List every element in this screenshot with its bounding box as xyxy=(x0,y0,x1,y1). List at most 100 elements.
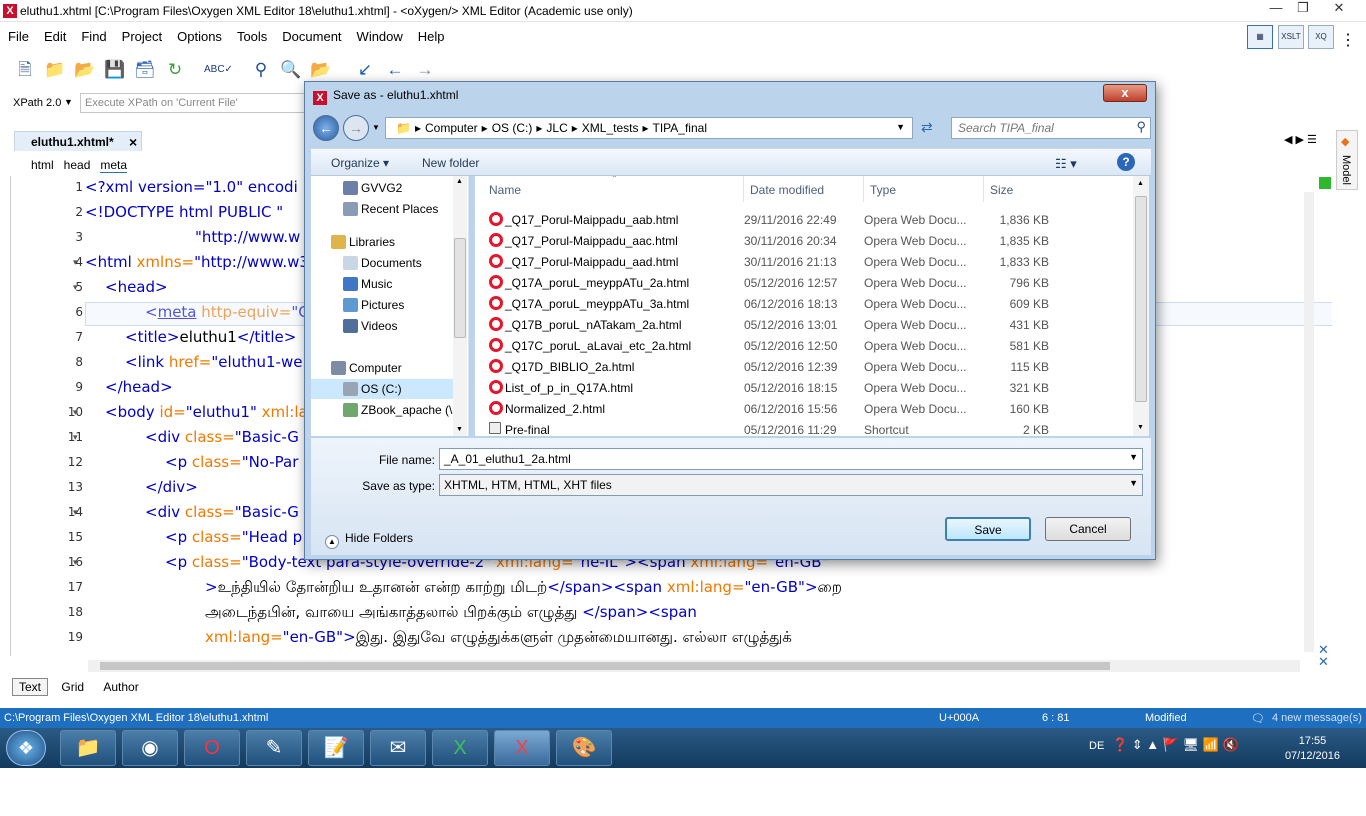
nav-item-music[interactable]: Music xyxy=(311,274,457,294)
dialog-close-button[interactable]: x xyxy=(1103,84,1147,102)
paint-taskbar-icon[interactable]: 🎨 xyxy=(556,730,612,766)
notes-taskbar-icon[interactable]: ✎ xyxy=(246,730,302,766)
open-project-icon[interactable]: 📂 xyxy=(310,59,332,81)
file-row[interactable]: _Q17A_poruL_meyppATu_2a.html 05/12/2016 1… xyxy=(485,272,1135,293)
menu-tools[interactable]: Tools xyxy=(229,26,274,44)
code-line[interactable]: <!DOCTYPE html PUBLIC " xyxy=(85,203,283,221)
find-icon[interactable]: ⚲ xyxy=(250,59,272,81)
open-url-icon[interactable]: 📂 xyxy=(74,59,96,81)
horizontal-scrollbar[interactable] xyxy=(88,660,1300,672)
menu-help[interactable]: Help xyxy=(410,26,452,44)
breadcrumb-jlc[interactable]: JLC xyxy=(546,121,567,135)
file-row[interactable]: _Q17C_poruL_aLavai_etc_2a.html 05/12/2016… xyxy=(485,335,1135,356)
code-line[interactable]: அடைந்தபின், வாயை அங்காத்தலால் பிறக்கும் … xyxy=(85,603,697,623)
minimize-button[interactable]: — xyxy=(1261,0,1291,18)
recent-locations-chevron-icon[interactable]: ▼ xyxy=(372,123,380,132)
chevron-down-icon[interactable]: ▼ xyxy=(64,97,73,107)
save-as-type-select[interactable]: XHTML, HTM, HTML, XHT files ▼ xyxy=(439,474,1143,496)
nav-item-pictures[interactable]: Pictures xyxy=(311,295,457,315)
code-line[interactable]: <div class="Basic-G xyxy=(85,503,299,521)
xquery-perspective-button[interactable]: XQ xyxy=(1308,25,1334,49)
code-line[interactable]: <?xml version="1.0" encodi xyxy=(85,178,298,196)
tab-eluthu1[interactable]: eluthu1.xhtml* × xyxy=(14,131,142,151)
excel-taskbar-icon[interactable]: X xyxy=(432,730,488,766)
breadcrumb-html[interactable]: html xyxy=(31,158,54,172)
save-button[interactable]: Save xyxy=(945,517,1031,541)
input-language[interactable]: DE xyxy=(1089,740,1104,752)
code-line[interactable]: <body id="eluthu1" xml:la xyxy=(85,403,308,421)
file-list-scrollbar[interactable]: ▲ ▼ xyxy=(1133,176,1149,436)
file-name-input[interactable]: _A_01_eluthu1_2a.html ▼ xyxy=(439,448,1143,470)
side-panel-model[interactable]: ◆ Model xyxy=(1336,130,1358,190)
nav-item-recent-places[interactable]: Recent Places xyxy=(311,199,457,219)
code-line[interactable]: "http://www.w xyxy=(85,228,300,246)
breadcrumb-head[interactable]: head xyxy=(64,158,91,172)
breadcrumb-computer[interactable]: Computer xyxy=(425,121,478,135)
scroll-down-icon[interactable]: ▼ xyxy=(1137,424,1144,431)
nav-item-videos[interactable]: Videos xyxy=(311,316,457,336)
scroll-up-icon[interactable]: ▲ xyxy=(1137,180,1144,187)
nav-pane-scrollbar[interactable]: ▲ ▼ xyxy=(453,176,467,436)
spellcheck-icon[interactable]: ABC✓ xyxy=(204,59,233,81)
file-row[interactable]: _Q17D_BIBLIO_2a.html 05/12/2016 12:39 Oper… xyxy=(485,356,1135,377)
save-icon[interactable]: 💾 xyxy=(104,59,126,81)
organize-button[interactable]: Organize ▾ xyxy=(331,156,389,170)
menu-find[interactable]: Find xyxy=(73,26,113,44)
fold-toggle-icon[interactable]: ▾ xyxy=(73,257,78,268)
code-line[interactable]: <head> xyxy=(85,278,168,296)
fold-toggle-icon[interactable]: ▾ xyxy=(73,432,78,443)
more-perspectives-icon[interactable]: ⋮ xyxy=(1340,30,1356,50)
tab-text[interactable]: Text xyxy=(12,678,49,696)
column-type[interactable]: Type xyxy=(870,183,896,197)
scroll-up-icon[interactable]: ▲ xyxy=(456,178,463,185)
forward-icon[interactable]: → xyxy=(343,115,369,141)
thunderbird-taskbar-icon[interactable]: ✉ xyxy=(370,730,426,766)
search-icon[interactable]: ⚲ xyxy=(1136,119,1146,135)
file-row[interactable]: _Q17_Porul-Maippadu_aad.html 30/11/2016 2… xyxy=(485,251,1135,272)
nav-item-computer[interactable]: Computer xyxy=(311,358,457,378)
code-line[interactable]: <div class="Basic-G xyxy=(85,428,299,446)
file-row[interactable]: Normalized_2.html 06/12/2016 15:56 Opera W… xyxy=(485,398,1135,419)
restore-button[interactable]: ❐ xyxy=(1288,0,1318,18)
breadcrumb-xml-tests[interactable]: XML_tests xyxy=(582,121,639,135)
nav-item-zbook-apache[interactable]: ZBook_apache (\ xyxy=(311,400,457,420)
start-button[interactable]: ❖ xyxy=(6,730,46,766)
reload-icon[interactable]: ↻ xyxy=(164,59,186,81)
hide-folders-button[interactable]: ▲ Hide Folders xyxy=(325,531,413,549)
layout-toggle-icon[interactable]: ▦ xyxy=(1247,25,1273,49)
code-line[interactable]: >உந்தியில் தோன்றிய உதானன் என்ற காற்று மி… xyxy=(85,578,842,598)
file-row[interactable]: Pre-final 05/12/2016 11:29 Shortcut 2 KB xyxy=(485,419,1135,436)
fold-toggle-icon[interactable]: ▾ xyxy=(73,507,78,518)
go-to-last-edit-icon[interactable]: ↙ xyxy=(354,59,376,81)
chevron-down-icon[interactable]: ▼ xyxy=(1129,452,1138,462)
code-line[interactable]: <link href="eluthu1-we xyxy=(85,353,302,371)
menu-project[interactable]: Project xyxy=(114,26,169,44)
tab-scroll-arrows-icon[interactable]: ◀ ▶ ☰ xyxy=(1284,133,1317,146)
oxygen-taskbar-icon[interactable]: X xyxy=(494,730,550,766)
back-icon[interactable]: ← xyxy=(384,59,406,81)
forward-icon[interactable]: → xyxy=(414,59,436,81)
tab-grid[interactable]: Grid xyxy=(55,679,90,695)
menu-document[interactable]: Document xyxy=(274,26,348,44)
file-row[interactable]: _Q17A_poruL_meyppATu_3a.html 06/12/2016 1… xyxy=(485,293,1135,314)
editor-taskbar-icon[interactable]: 📝 xyxy=(308,730,364,766)
new-folder-button[interactable]: New folder xyxy=(422,156,479,170)
breadcrumb-meta[interactable]: meta xyxy=(100,158,128,173)
tray-icons[interactable]: ❓ ⇕ ▲ 🚩 🖥 📶 🔇 xyxy=(1112,737,1239,753)
file-row[interactable]: List_of_p_in_Q17A.html 05/12/2016 18:15 Op… xyxy=(485,377,1135,398)
file-row[interactable]: _Q17B_poruL_nATakam_2a.html 05/12/2016 13… xyxy=(485,314,1135,335)
code-line[interactable]: </head> xyxy=(85,378,173,396)
menu-window[interactable]: Window xyxy=(349,26,410,44)
new-file-icon[interactable]: 🗎 xyxy=(14,59,36,81)
address-dropdown-icon[interactable]: ▼ xyxy=(896,122,905,132)
back-icon[interactable]: ← xyxy=(313,115,339,141)
xslt-perspective-button[interactable]: XSLT xyxy=(1278,25,1304,49)
code-line[interactable]: <p class="Head p xyxy=(85,528,302,546)
scroll-thumb[interactable] xyxy=(100,662,1110,670)
close-tab-icon[interactable]: × xyxy=(129,134,137,150)
code-line[interactable]: <title>eluthu1</title> xyxy=(85,328,296,346)
nav-item-libraries[interactable]: Libraries xyxy=(311,232,457,252)
tab-author[interactable]: Author xyxy=(97,679,144,695)
search-input[interactable]: Search TIPA_final ⚲ xyxy=(951,117,1151,139)
scroll-lock-icon[interactable]: ✕ ✕ xyxy=(1318,643,1329,668)
